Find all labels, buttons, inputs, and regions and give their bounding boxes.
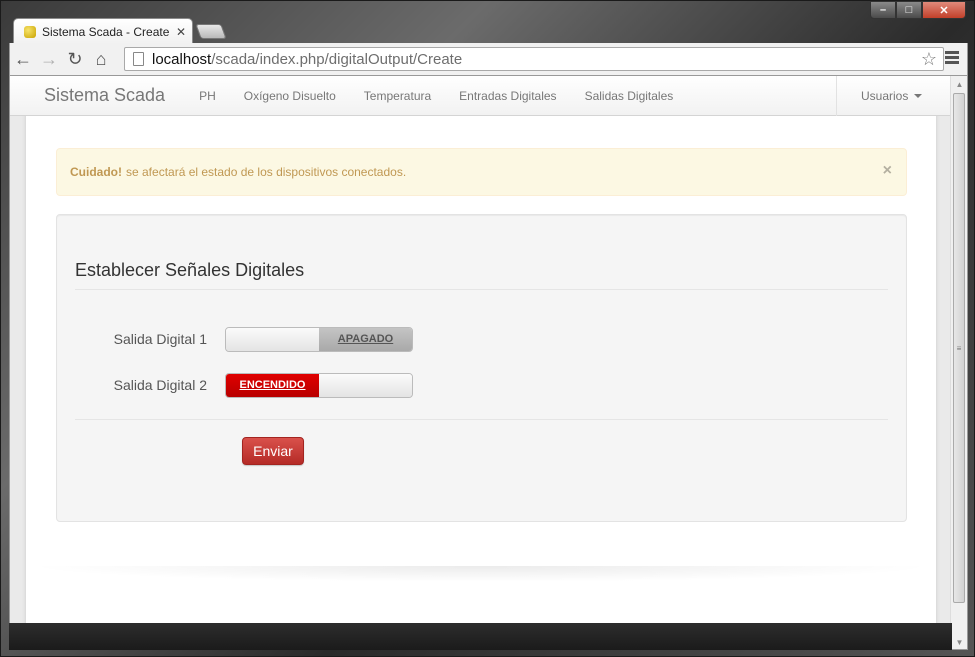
vertical-scrollbar[interactable]: ▲ ≡ ▼ bbox=[950, 76, 967, 649]
window-controls: – □ ✕ bbox=[870, 1, 966, 19]
nav-link-ph[interactable]: PH bbox=[185, 89, 230, 103]
output-2-label: Salida Digital 2 bbox=[113, 377, 207, 393]
star-icon[interactable]: ☆ bbox=[921, 49, 937, 70]
form-divider bbox=[75, 419, 888, 420]
nav-links: PH Oxígeno Disuelto Temperatura Entradas… bbox=[185, 89, 687, 103]
form-row-output-2: Salida Digital 2 ENCENDIDO bbox=[57, 372, 908, 398]
form-legend: Establecer Señales Digitales bbox=[75, 260, 888, 290]
browser-window: Sistema Scada - Create Di ✕ – □ ✕ ← → ↻ … bbox=[0, 0, 975, 657]
scroll-up-icon[interactable]: ▲ bbox=[951, 76, 967, 93]
page-content: Sistema Scada PH Oxígeno Disuelto Temper… bbox=[10, 76, 952, 636]
warning-alert: Cuidado! se afectará el estado de los di… bbox=[56, 148, 907, 196]
output-1-label: Salida Digital 1 bbox=[113, 331, 207, 347]
url-host: localhost bbox=[152, 50, 212, 68]
reload-icon[interactable]: ↻ bbox=[62, 46, 88, 72]
alert-close-icon[interactable]: × bbox=[883, 162, 892, 180]
maximize-button[interactable]: □ bbox=[896, 1, 922, 19]
nav-link-salidas[interactable]: Salidas Digitales bbox=[571, 89, 688, 103]
address-bar[interactable]: localhost/scada/index.php/digitalOutput/… bbox=[124, 47, 944, 71]
toggle-blank-segment bbox=[319, 373, 412, 397]
taskbar bbox=[9, 623, 952, 650]
favicon-icon bbox=[24, 25, 36, 38]
title-bar: Sistema Scada - Create Di ✕ – □ ✕ bbox=[1, 1, 975, 44]
nav-link-oxigeno[interactable]: Oxígeno Disuelto bbox=[230, 89, 350, 103]
form-row-output-1: Salida Digital 1 APAGADO bbox=[57, 326, 908, 352]
output-2-toggle[interactable]: ENCENDIDO bbox=[225, 372, 413, 398]
toggle-state-label: ENCENDIDO bbox=[226, 373, 319, 397]
back-arrow-icon[interactable]: ← bbox=[10, 46, 36, 72]
brand-link[interactable]: Sistema Scada bbox=[44, 85, 165, 106]
url-path: /scada/index.php/digitalOutput/Create bbox=[211, 50, 463, 68]
digital-output-form: Establecer Señales Digitales Salida Digi… bbox=[56, 214, 907, 522]
browser-tab[interactable]: Sistema Scada - Create Di ✕ bbox=[13, 18, 193, 44]
scroll-down-icon[interactable]: ▼ bbox=[951, 634, 967, 649]
user-menu-dropdown[interactable]: Usuarios bbox=[836, 76, 952, 116]
footer-shadow bbox=[26, 566, 936, 582]
menu-icon[interactable] bbox=[945, 49, 959, 66]
toggle-state-label: APAGADO bbox=[319, 327, 412, 351]
browser-viewport: Sistema Scada PH Oxígeno Disuelto Temper… bbox=[9, 75, 968, 650]
output-1-toggle[interactable]: APAGADO bbox=[225, 326, 413, 352]
new-tab-button[interactable] bbox=[195, 24, 227, 39]
tab-close-icon[interactable]: ✕ bbox=[176, 25, 186, 39]
alert-text: se afectará el estado de los dispositivo… bbox=[126, 165, 407, 179]
submit-button[interactable]: Enviar bbox=[242, 437, 304, 465]
caret-down-icon bbox=[914, 94, 923, 98]
forward-arrow-icon[interactable]: → bbox=[36, 46, 62, 72]
minimize-button[interactable]: – bbox=[870, 1, 896, 19]
nav-link-entradas[interactable]: Entradas Digitales bbox=[445, 89, 570, 103]
page-icon bbox=[133, 52, 144, 66]
close-window-button[interactable]: ✕ bbox=[922, 1, 966, 19]
home-icon[interactable]: ⌂ bbox=[88, 46, 114, 72]
nav-link-temperatura[interactable]: Temperatura bbox=[350, 89, 445, 103]
tab-title: Sistema Scada - Create Di bbox=[42, 24, 172, 39]
alert-strong: Cuidado! bbox=[70, 165, 122, 179]
browser-toolbar: ← → ↻ ⌂ localhost/scada/index.php/digita… bbox=[9, 43, 968, 75]
toggle-blank-segment bbox=[226, 327, 319, 351]
user-menu-label: Usuarios bbox=[861, 89, 909, 103]
scroll-thumb[interactable]: ≡ bbox=[953, 93, 965, 603]
top-navbar: Sistema Scada PH Oxígeno Disuelto Temper… bbox=[10, 76, 952, 116]
